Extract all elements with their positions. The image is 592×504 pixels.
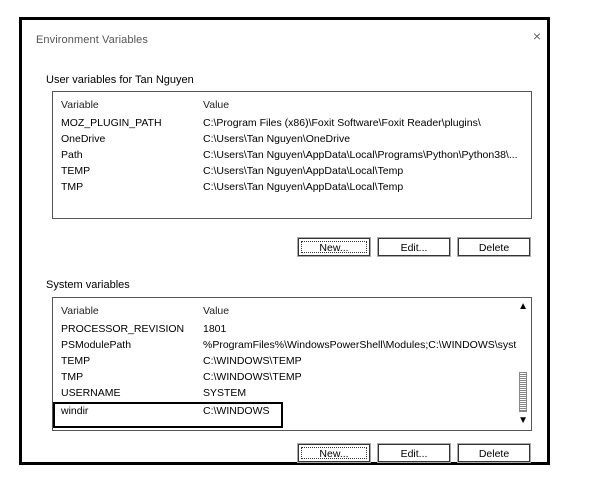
scroll-down-icon[interactable]: ▼: [518, 416, 528, 426]
variable-value: C:\Program Files (x86)\Foxit Software\Fo…: [203, 117, 481, 129]
user-new-button[interactable]: New...: [298, 238, 370, 256]
system-edit-button[interactable]: Edit...: [378, 444, 450, 462]
user-delete-button[interactable]: Delete: [458, 238, 530, 256]
system-new-button[interactable]: New...: [298, 444, 370, 462]
highlight-box: [53, 402, 283, 428]
variable-value: C:\Users\Tan Nguyen\AppData\Local\Progra…: [203, 149, 518, 161]
variable-name: MOZ_PLUGIN_PATH: [61, 117, 162, 129]
variable-value: C:\Users\Tan Nguyen\AppData\Local\Temp: [203, 165, 404, 177]
environment-variables-dialog: Environment Variables × User variables f…: [19, 17, 550, 465]
variable-name: TEMP: [61, 355, 91, 367]
dialog-title: Environment Variables: [36, 34, 148, 46]
table-row[interactable]: Path C:\Users\Tan Nguyen\AppData\Local\P…: [61, 149, 518, 163]
variable-name: TMP: [61, 181, 84, 193]
variable-name: TEMP: [61, 165, 91, 177]
variable-value: C:\WINDOWS\TEMP: [203, 371, 302, 383]
variable-value: %ProgramFiles%\WindowsPowerShell\Modules…: [203, 339, 526, 351]
system-delete-button[interactable]: Delete: [458, 444, 530, 462]
user-edit-button[interactable]: Edit...: [378, 238, 450, 256]
table-row[interactable]: MOZ_PLUGIN_PATH C:\Program Files (x86)\F…: [61, 117, 511, 131]
variable-name: PSModulePath: [61, 339, 132, 351]
variable-name: TMP: [61, 371, 84, 383]
variable-value: C:\Users\Tan Nguyen\AppData\Local\Temp: [203, 181, 404, 193]
table-row[interactable]: TEMP C:\Users\Tan Nguyen\AppData\Local\T…: [61, 165, 511, 179]
column-header-value[interactable]: Value: [203, 99, 229, 111]
column-header-variable[interactable]: Variable: [61, 99, 99, 111]
variable-name: PROCESSOR_REVISION: [61, 323, 185, 335]
table-row[interactable]: PROCESSOR_REVISION 1801: [61, 323, 511, 337]
variable-name: USERNAME: [61, 387, 121, 399]
variable-value: C:\WINDOWS\TEMP: [203, 355, 302, 367]
table-row[interactable]: TEMP C:\WINDOWS\TEMP: [61, 355, 511, 369]
table-row[interactable]: TMP C:\WINDOWS\TEMP: [61, 371, 511, 385]
close-icon[interactable]: ×: [533, 29, 541, 43]
variable-name: Path: [61, 149, 83, 161]
table-row[interactable]: TMP C:\Users\Tan Nguyen\AppData\Local\Te…: [61, 181, 511, 195]
table-row[interactable]: USERNAME SYSTEM: [61, 387, 511, 401]
variable-name: OneDrive: [61, 133, 106, 145]
table-row[interactable]: PSModulePath %ProgramFiles%\WindowsPower…: [61, 339, 525, 353]
user-variables-header: Variable Value: [61, 99, 511, 113]
table-row[interactable]: OneDrive C:\Users\Tan Nguyen\OneDrive: [61, 133, 511, 147]
scroll-up-icon[interactable]: ▲: [518, 302, 528, 312]
system-variables-label: System variables: [46, 279, 130, 291]
system-variables-header: Variable Value: [61, 305, 511, 319]
user-variables-list[interactable]: Variable Value MOZ_PLUGIN_PATH C:\Progra…: [52, 91, 532, 219]
column-header-value[interactable]: Value: [203, 305, 229, 317]
vertical-scrollbar[interactable]: ▲ ▼: [517, 298, 531, 430]
column-header-variable[interactable]: Variable: [61, 305, 99, 317]
variable-value: SYSTEM: [203, 387, 247, 399]
scrollbar-thumb[interactable]: [519, 372, 527, 412]
variable-value: C:\Users\Tan Nguyen\OneDrive: [203, 133, 351, 145]
variable-value: 1801: [203, 323, 227, 335]
user-variables-label: User variables for Tan Nguyen: [46, 74, 194, 86]
